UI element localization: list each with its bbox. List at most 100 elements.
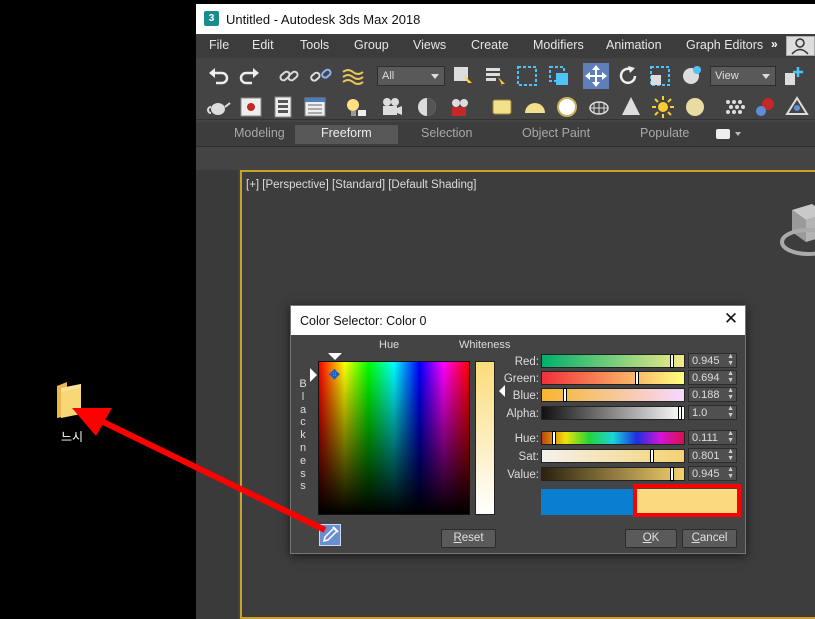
green-spinner[interactable]: 0.694 ▲ ▼	[688, 370, 737, 385]
viewport-label[interactable]: [+] [Perspective] [Standard] [Default Sh…	[246, 179, 476, 191]
rotate-icon[interactable]	[615, 63, 641, 89]
user-account-icon[interactable]	[786, 36, 815, 56]
placement-icon[interactable]	[679, 63, 705, 89]
spinner-arrows-icon[interactable]: ▲ ▼	[727, 353, 734, 367]
particle-system-icon[interactable]	[722, 94, 748, 120]
redo-icon[interactable]	[236, 63, 262, 89]
light-lister-icon[interactable]	[342, 94, 368, 120]
hue-slider[interactable]	[541, 431, 685, 445]
alpha-slider-thumb[interactable]	[678, 406, 682, 420]
tab-populate[interactable]: Populate	[640, 126, 689, 140]
eyedropper-button[interactable]	[319, 524, 341, 546]
window-crossing-icon[interactable]	[546, 63, 572, 89]
teapot-icon[interactable]	[206, 94, 232, 120]
cancel-label: Cancel	[691, 532, 728, 544]
spinner-arrows-icon[interactable]: ▲ ▼	[727, 448, 734, 462]
tab-selection[interactable]: Selection	[421, 126, 472, 140]
blue-value: 0.188	[692, 389, 720, 401]
select-by-name-icon[interactable]	[482, 63, 508, 89]
value-spinner[interactable]: 0.945 ▲ ▼	[688, 466, 737, 481]
menu-group[interactable]: Group	[354, 38, 389, 52]
alpha-slider[interactable]	[541, 406, 685, 420]
spinner-arrows-icon[interactable]: ▲ ▼	[727, 405, 734, 419]
rectangular-selection-icon[interactable]	[514, 63, 540, 89]
atom-icon[interactable]	[752, 94, 778, 120]
menu-views[interactable]: Views	[413, 38, 446, 52]
sun-icon[interactable]	[650, 94, 676, 120]
hemisphere-icon[interactable]	[522, 94, 548, 120]
value-slider-thumb[interactable]	[670, 467, 675, 481]
hue-spinner[interactable]: 0.111 ▲ ▼	[688, 430, 737, 445]
sphere-icon[interactable]	[554, 94, 580, 120]
spinner-arrows-icon[interactable]: ▲ ▼	[727, 430, 734, 444]
teapot-mesh-icon[interactable]	[586, 94, 612, 120]
cancel-button[interactable]: Cancel	[682, 529, 737, 548]
blue-label: Blue:	[512, 390, 539, 402]
move-icon[interactable]	[583, 63, 609, 89]
sat-slider[interactable]	[541, 449, 685, 463]
folder-label: 느시	[60, 430, 84, 444]
sat-slider-thumb[interactable]	[649, 449, 654, 463]
box-icon[interactable]	[489, 94, 515, 120]
bind-space-warp-icon[interactable]	[340, 63, 366, 89]
scale-icon[interactable]	[647, 63, 673, 89]
selection-filter-dropdown[interactable]: All	[377, 66, 445, 86]
material-editor-icon[interactable]	[270, 94, 296, 120]
camera-icon[interactable]	[378, 94, 404, 120]
menu-edit[interactable]: Edit	[252, 38, 274, 52]
cone-icon[interactable]	[618, 94, 644, 120]
menu-overflow-button[interactable]: »	[771, 37, 778, 51]
red-slider[interactable]	[541, 354, 685, 368]
unlink-icon[interactable]	[308, 63, 334, 89]
blackness-letter: e	[299, 454, 307, 467]
green-slider-thumb[interactable]	[634, 371, 639, 385]
green-slider[interactable]	[541, 371, 685, 385]
alpha-spinner[interactable]: 1.0 ▲ ▼	[688, 405, 737, 420]
spinner-arrows-icon[interactable]: ▲ ▼	[727, 370, 734, 384]
hue-slider-thumb[interactable]	[551, 431, 556, 445]
alpha-value: 1.0	[692, 407, 708, 419]
reference-coordinate-dropdown[interactable]: View	[710, 66, 776, 86]
menu-tools[interactable]: Tools	[300, 38, 329, 52]
blackness-marker[interactable]	[310, 368, 317, 382]
menu-animation[interactable]: Animation	[606, 38, 662, 52]
link-icon[interactable]	[276, 63, 302, 89]
close-icon[interactable]: ✕	[723, 310, 739, 327]
tab-object-paint[interactable]: Object Paint	[522, 126, 590, 140]
blackness-letter: c	[300, 416, 306, 429]
value-slider[interactable]	[541, 467, 685, 481]
color-picker-cursor-icon[interactable]: ✥	[329, 367, 340, 383]
viewcube-icon[interactable]	[770, 202, 815, 272]
render-frame-icon[interactable]	[238, 94, 264, 120]
schematic-view-icon[interactable]	[302, 94, 328, 120]
menu-modifiers[interactable]: Modifiers	[533, 38, 584, 52]
geosphere-icon[interactable]	[682, 94, 708, 120]
sat-spinner[interactable]: 0.801 ▲ ▼	[688, 448, 737, 463]
pivot-center-icon[interactable]	[782, 63, 808, 89]
blackness-letter: l	[301, 390, 305, 403]
render-setup-icon[interactable]	[447, 94, 473, 120]
hue-blackness-field[interactable]	[318, 361, 470, 515]
left-side-panel	[196, 170, 238, 619]
helper-icon[interactable]	[784, 94, 810, 120]
hue-marker[interactable]	[328, 353, 342, 360]
tab-modeling[interactable]: Modeling	[234, 126, 285, 140]
spinner-arrows-icon[interactable]: ▲ ▼	[727, 387, 734, 401]
tab-freeform[interactable]: Freeform	[295, 125, 398, 144]
ribbon-toggle-icon[interactable]	[716, 129, 730, 139]
ok-button[interactable]: OK	[625, 529, 677, 548]
blue-slider-thumb[interactable]	[562, 388, 567, 402]
spinner-arrows-icon[interactable]: ▲ ▼	[727, 466, 734, 480]
blue-spinner[interactable]: 0.188 ▲ ▼	[688, 387, 737, 402]
red-spinner[interactable]: 0.945 ▲ ▼	[688, 353, 737, 368]
reset-button[interactable]: Reset	[441, 529, 496, 548]
select-object-icon[interactable]	[450, 63, 476, 89]
menu-graph-editors[interactable]: Graph Editors	[686, 38, 763, 52]
chevron-down-icon[interactable]	[735, 132, 741, 136]
menu-file[interactable]: File	[209, 38, 229, 52]
render-icon[interactable]	[414, 94, 440, 120]
blue-slider[interactable]	[541, 388, 685, 402]
menu-create[interactable]: Create	[471, 38, 509, 52]
undo-icon[interactable]	[206, 63, 232, 89]
red-slider-thumb[interactable]	[670, 354, 675, 368]
